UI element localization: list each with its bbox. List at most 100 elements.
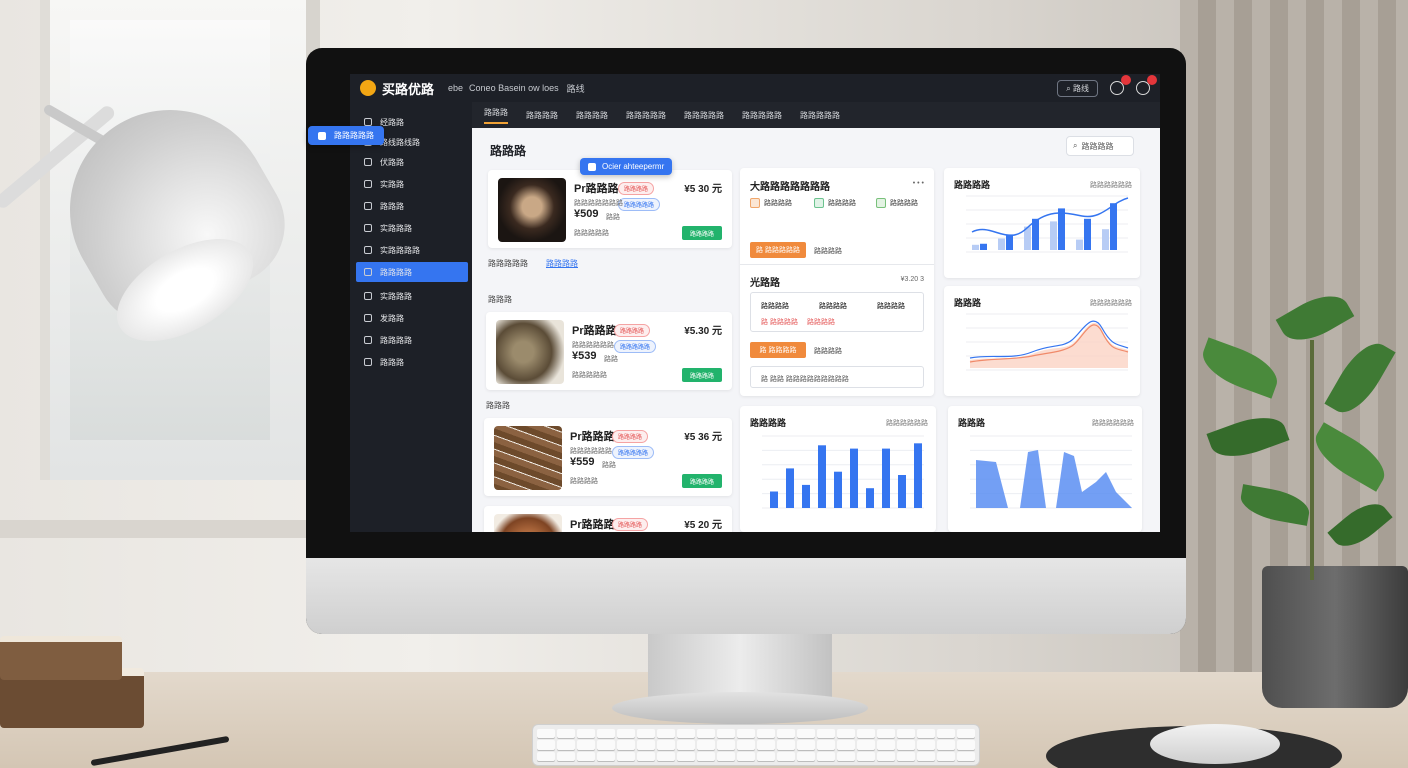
- product-card[interactable]: Pr路路路 路路路路 ¥5 20 元: [484, 506, 732, 532]
- top-search-button[interactable]: ⌕ 路线: [1057, 79, 1098, 97]
- chart-title: 路路路路: [954, 180, 991, 190]
- product-action-button[interactable]: 路路路路: [682, 368, 722, 382]
- sidebar-item-icon: [364, 292, 372, 300]
- keyboard-key: [577, 751, 595, 761]
- keyboard-key: [577, 729, 595, 739]
- bar: [914, 443, 922, 508]
- main-content: 路路路 ⌕ 路路路路 Pr路路路 路路路路 路路路路路 路路路路路路路 ¥509 …: [472, 128, 1160, 532]
- product-card[interactable]: Pr路路路 路路路路 路路路路路 路路路路路路路 ¥509 路路 路路路路路 ¥…: [488, 170, 732, 248]
- tab[interactable]: 路路路路路: [742, 110, 782, 121]
- keyboard-key: [717, 751, 735, 761]
- summary-secondary-note: 路路路路: [814, 348, 842, 355]
- top-search-label: 路线: [1073, 83, 1089, 93]
- keyboard-key: [557, 751, 575, 761]
- keyboard-key: [677, 729, 695, 739]
- app-subtitle-prefix: ebe: [448, 83, 464, 93]
- bar-line-chart: [966, 195, 1129, 253]
- keyboard-key: [797, 751, 815, 761]
- product-meta: 路路路路路路: [572, 342, 614, 349]
- sidebar-item[interactable]: 实路路路: [356, 218, 468, 238]
- sidebar-item[interactable]: 路路路路: [356, 262, 468, 282]
- tab[interactable]: 路路路: [484, 107, 508, 124]
- product-card[interactable]: Pr路路路 路路路路 路路路路路 路路路路路路 ¥539 路路 路路路路路 ¥5…: [486, 312, 732, 390]
- sidebar-item-icon: [364, 158, 372, 166]
- product-name: Pr路路路: [574, 183, 619, 195]
- bar: [802, 484, 810, 508]
- sidebar-floating-tip[interactable]: 路路路路路: [308, 126, 384, 145]
- bar-chart-card: 路路路路 路路路路路路: [740, 406, 936, 532]
- detail-label: 路路路路: [819, 303, 847, 310]
- summary-secondary-button[interactable]: 路 路路路路: [750, 342, 806, 358]
- product-right-price: ¥5 20 元: [684, 520, 722, 531]
- notification-icon[interactable]: [1110, 75, 1131, 95]
- keyboard-key: [797, 729, 815, 739]
- bar: [1006, 234, 1013, 250]
- sidebar-item-icon: [364, 118, 372, 126]
- product-name: Pr路路路: [570, 519, 615, 531]
- keyboard-key: [877, 740, 895, 750]
- search-icon: ⌕: [1073, 141, 1078, 150]
- keyboard-key: [837, 740, 855, 750]
- keyboard-key: [537, 740, 555, 750]
- keyboard-key: [657, 740, 675, 750]
- summary-action-note: 路路路路: [814, 248, 842, 255]
- keyboard-key: [917, 751, 935, 761]
- sidebar-item[interactable]: 实路路路路: [356, 240, 468, 260]
- bar: [898, 475, 906, 508]
- keyboard-key: [757, 740, 775, 750]
- product-sales: 路路路路: [570, 478, 598, 485]
- bar: [1058, 208, 1065, 250]
- summary-action-button[interactable]: 路 路路路路路: [750, 242, 806, 258]
- product-card[interactable]: Pr路路路 路路路路 路路路路路 路路路路路路 ¥559 路路 路路路路 ¥5 …: [484, 418, 732, 496]
- keyboard-key: [637, 729, 655, 739]
- section-link[interactable]: 路路路路: [546, 258, 578, 269]
- keyboard-key: [837, 729, 855, 739]
- product-image: [498, 178, 566, 242]
- sidebar-item-icon: [364, 314, 372, 322]
- keyboard-key: [957, 751, 975, 761]
- product-tag-secondary: 路路路路路: [618, 198, 661, 211]
- tab[interactable]: 路路路路路: [684, 110, 724, 121]
- keyboard-key: [637, 740, 655, 750]
- summary-title: 大路路路路路路路: [750, 182, 830, 193]
- sidebar-item-icon: [364, 336, 372, 344]
- sidebar-item-icon: [364, 246, 372, 254]
- keyboard-key: [937, 751, 955, 761]
- notification-badge: [1121, 75, 1131, 85]
- product-price: ¥559: [570, 456, 595, 468]
- tab[interactable]: 路路路路路: [800, 110, 840, 121]
- keyboard-key: [937, 729, 955, 739]
- keyboard-key: [877, 751, 895, 761]
- tab[interactable]: 路路路路: [526, 110, 558, 121]
- sidebar-item[interactable]: 实路路路: [356, 286, 468, 306]
- keyboard-key: [777, 740, 795, 750]
- keyboard-key: [797, 740, 815, 750]
- sidebar-item[interactable]: 发路路: [356, 308, 468, 328]
- area-chart-card: 路路路 路路路路路路: [944, 286, 1140, 396]
- keyboard-key: [777, 729, 795, 739]
- sidebar-item-label: 实路路路: [380, 291, 412, 301]
- sidebar-item[interactable]: 路路路: [356, 352, 468, 372]
- tab[interactable]: 路路路路路: [626, 110, 666, 121]
- keyboard-key: [617, 740, 635, 750]
- section-label: 路路路路路: [488, 259, 528, 268]
- monitor-base: [612, 692, 868, 724]
- main-search-input[interactable]: ⌕ 路路路路: [1066, 136, 1134, 156]
- keyboard-key: [757, 751, 775, 761]
- product-price-note: 路路: [606, 214, 620, 221]
- sidebar-item[interactable]: 路路路路: [356, 330, 468, 350]
- sidebar-item[interactable]: 实路路: [356, 174, 468, 194]
- keyboard-key: [597, 751, 615, 761]
- tab[interactable]: 路路路路: [576, 110, 608, 121]
- product-action-button[interactable]: 路路路路: [682, 474, 722, 488]
- main-search-label: 路路路路: [1081, 141, 1114, 151]
- product-action-button[interactable]: 路路路路: [682, 226, 722, 240]
- more-icon[interactable]: • • •: [913, 180, 924, 187]
- product-right-price: ¥5 36 元: [684, 432, 722, 443]
- keyboard-key: [737, 751, 755, 761]
- user-avatar-icon[interactable]: [1136, 75, 1157, 95]
- sidebar-item[interactable]: 路路路: [356, 196, 468, 216]
- sidebar-item[interactable]: 伏路路: [356, 152, 468, 172]
- keyboard-key: [597, 740, 615, 750]
- keyboard-key: [537, 729, 555, 739]
